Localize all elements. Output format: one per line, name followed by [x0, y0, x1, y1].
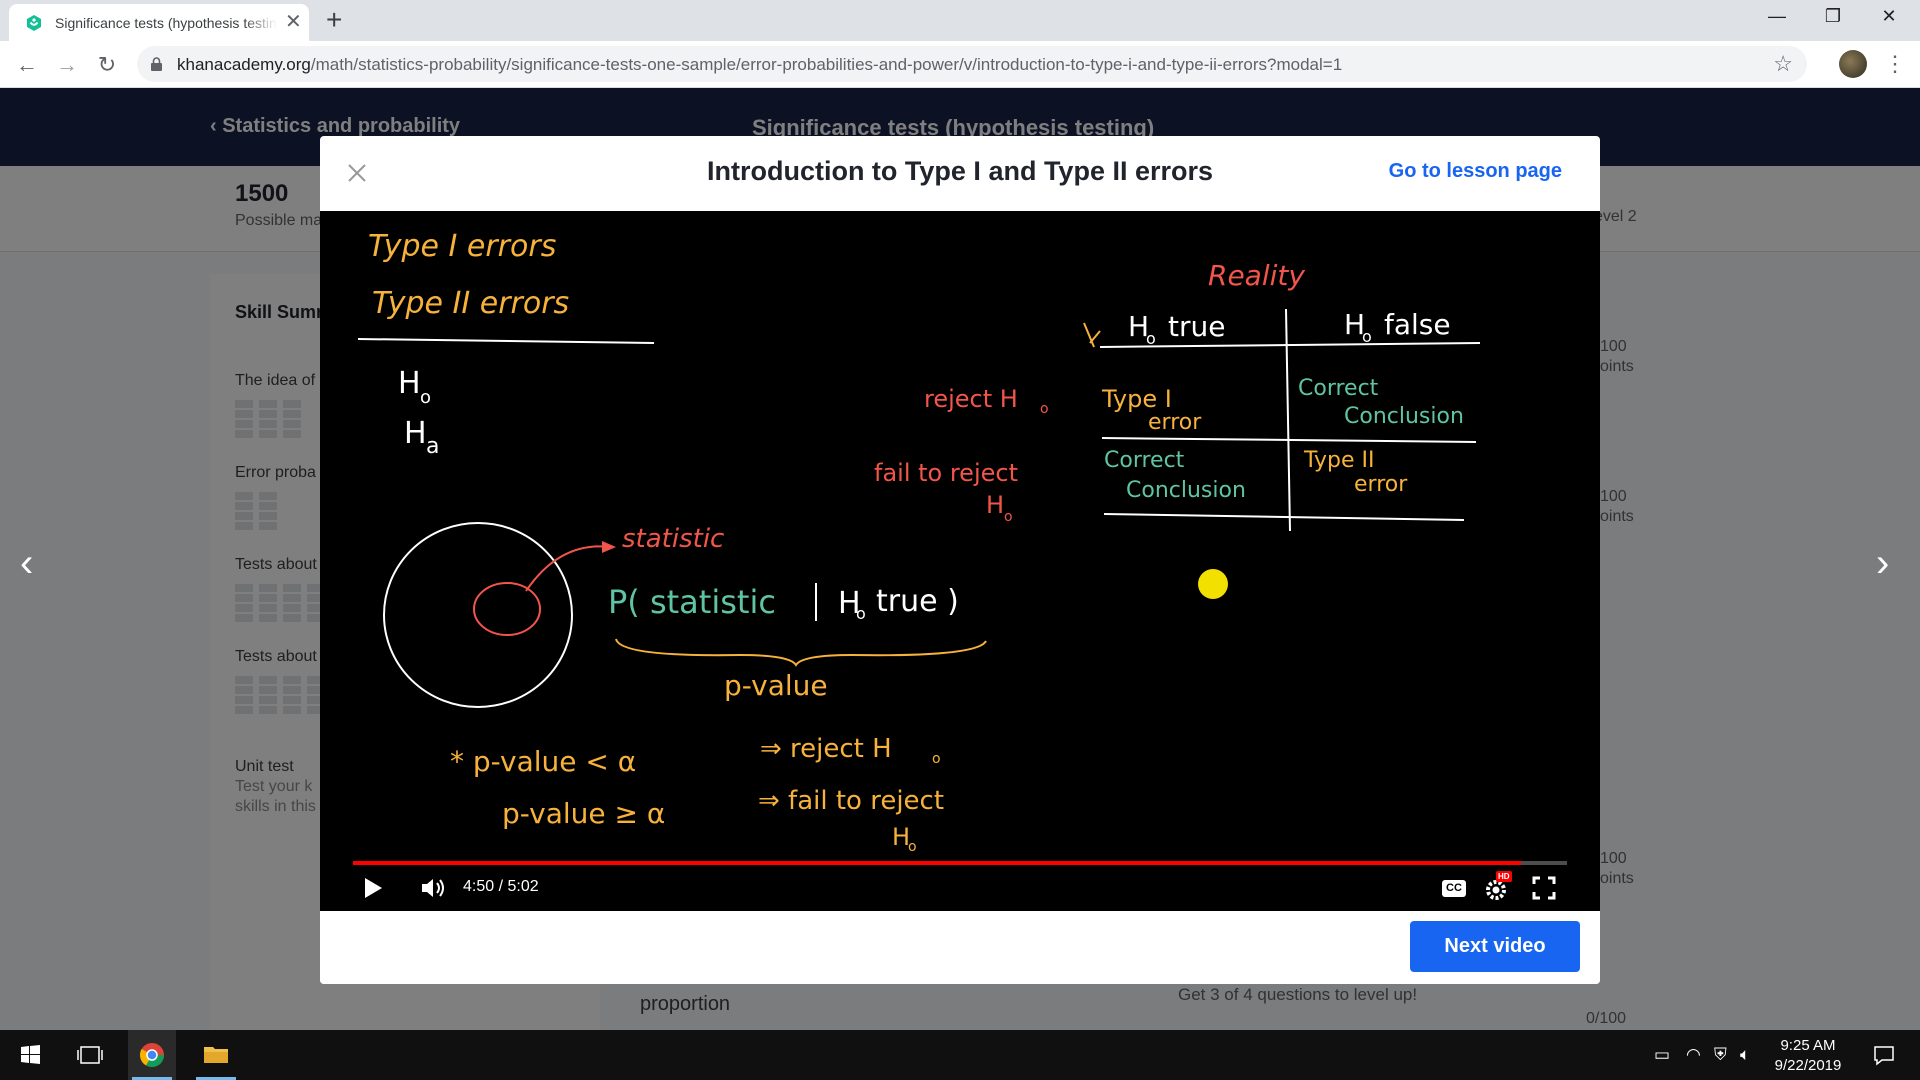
pvalue-label: p-value	[724, 669, 828, 702]
play-icon[interactable]	[362, 876, 384, 900]
defender-shield-icon[interactable]: ⛨	[1714, 1045, 1727, 1065]
wifi-icon[interactable]: ◠	[1686, 1045, 1701, 1065]
h0-label: H	[398, 366, 421, 401]
fullscreen-icon[interactable]	[1532, 876, 1556, 900]
cell-type2-error-b: error	[1354, 472, 1408, 497]
modal-footer	[320, 911, 1600, 984]
file-explorer-taskbar-button[interactable]	[192, 1030, 240, 1080]
pen-pointer	[1198, 569, 1228, 599]
rule1-left: * p-value < α	[450, 745, 636, 778]
rule1-right: ⇒ reject H	[760, 734, 892, 764]
lock-icon	[151, 57, 162, 71]
folder-icon	[204, 1047, 228, 1063]
go-to-lesson-link[interactable]: Go to lesson page	[1389, 160, 1562, 183]
cell-type1-error: Type I	[1101, 385, 1172, 413]
restore-icon[interactable]: ❐	[1810, 6, 1856, 27]
next-video-button[interactable]: Next video	[1410, 921, 1580, 972]
cell-correct-1b: Conclusion	[1344, 404, 1464, 429]
rule2-right: ⇒ fail to reject	[758, 786, 944, 816]
hd-badge: HD	[1496, 871, 1512, 882]
col-h0-true-suffix: true	[1168, 310, 1225, 343]
row-subscript: o	[1004, 509, 1013, 525]
row-reject-h0: reject H	[924, 385, 1018, 413]
back-arrow-icon[interactable]: ←	[12, 50, 42, 80]
statistic-arrowhead	[602, 541, 616, 553]
population-circle	[383, 522, 573, 708]
heading-type-2: Type II errors	[372, 286, 569, 321]
profile-avatar[interactable]	[1839, 50, 1867, 78]
h0-subscript: o	[420, 387, 431, 408]
system-clock[interactable]: 9:25 AM 9/22/2019	[1752, 1036, 1864, 1076]
rule2-left: p-value ≥ α	[502, 797, 665, 830]
prob-right: true )	[876, 584, 959, 619]
cell-correct-2b: Conclusion	[1126, 478, 1246, 503]
cell-type2-error: Type II	[1303, 448, 1375, 473]
url-host: khanacademy.org	[177, 55, 311, 74]
volume-icon[interactable]	[420, 876, 448, 900]
previous-video-arrow-icon[interactable]: ‹	[20, 543, 33, 583]
heading-type-1: Type I errors	[368, 229, 556, 264]
video-player[interactable]: Type I errors Type II errors H o H a Rea…	[320, 211, 1600, 911]
clock-date: 9/22/2019	[1774, 1057, 1842, 1074]
row-fail-reject-h0: H	[986, 491, 1004, 519]
volume-tray-icon[interactable]: 🔈︎	[1740, 1045, 1750, 1065]
table-vline	[1285, 308, 1291, 532]
browser-tab[interactable]: Significance tests (hypothesis testing) …	[9, 4, 309, 41]
windows-start-icon[interactable]	[6, 1030, 54, 1080]
reality-label: Reality	[1208, 259, 1305, 292]
url-path: /math/statistics-probability/significanc…	[310, 55, 1343, 74]
ha-subscript: a	[426, 434, 439, 459]
clock-time: 9:25 AM	[1780, 1037, 1836, 1054]
cell-correct-2: Correct	[1104, 448, 1185, 473]
chalkboard: Type I errors Type II errors H o H a Rea…	[357, 229, 1481, 855]
tab-close-icon[interactable]: ✕	[285, 12, 302, 32]
ha-label: H	[404, 416, 427, 451]
browser-tab-strip: Significance tests (hypothesis testing) …	[0, 0, 1920, 41]
prob-left: P( statistic	[608, 583, 776, 621]
video-time: 4:50 / 5:02	[463, 878, 539, 895]
new-tab-plus-icon[interactable]: +	[326, 6, 342, 34]
windows-taskbar: ▭ ◠ ⛨ 🔈︎ 9:25 AM 9/22/2019	[0, 1030, 1920, 1080]
next-video-arrow-icon[interactable]: ›	[1876, 543, 1889, 583]
underbrace	[615, 638, 987, 667]
row-fail-reject: fail to reject	[874, 459, 1018, 487]
divider-line	[357, 338, 655, 344]
action-center-icon[interactable]	[1860, 1030, 1908, 1080]
prob-subscript: o	[856, 604, 866, 623]
minimize-icon[interactable]: —	[1754, 6, 1800, 27]
battery-icon[interactable]: ▭	[1654, 1045, 1670, 1065]
cell-type1-error-b: error	[1148, 410, 1202, 435]
browser-toolbar: ← → ↻ khanacademy.org/math/statistics-pr…	[0, 41, 1920, 88]
pen-cursor-mark	[1083, 322, 1101, 348]
video-modal: Introduction to Type I and Type II error…	[320, 136, 1600, 984]
task-view-icon[interactable]	[66, 1030, 114, 1080]
address-bar[interactable]: khanacademy.org/math/statistics-probabil…	[137, 46, 1807, 82]
col-subscript: o	[1362, 327, 1372, 346]
rule1-subscript: o	[932, 751, 941, 767]
tab-title: Significance tests (hypothesis testing)	[55, 15, 277, 31]
rule2-subscript: o	[908, 839, 917, 855]
khan-academy-favicon-icon	[27, 15, 41, 31]
sample-circle	[473, 582, 541, 636]
cell-correct-1: Correct	[1298, 376, 1379, 401]
reload-icon[interactable]: ↻	[92, 50, 122, 80]
video-progress-bar[interactable]	[353, 861, 1567, 865]
statistic-label: statistic	[622, 524, 724, 554]
video-progress-fill	[353, 861, 1521, 865]
bookmark-star-icon[interactable]: ☆	[1773, 51, 1793, 77]
url-text: khanacademy.org/math/statistics-probabil…	[177, 55, 1342, 75]
chrome-icon	[139, 1043, 164, 1068]
table-hline-1	[1099, 342, 1481, 348]
col-subscript: o	[1146, 329, 1156, 348]
statistic-arrow	[525, 545, 611, 592]
forward-arrow-icon[interactable]: →	[52, 50, 82, 80]
chrome-menu-icon[interactable]: ⋮	[1884, 50, 1906, 78]
col-h0-false-suffix: false	[1384, 308, 1451, 341]
captions-button[interactable]: CC	[1442, 880, 1466, 897]
chrome-taskbar-button[interactable]	[128, 1030, 176, 1080]
table-hline-3	[1103, 513, 1465, 521]
row-subscript: o	[1040, 401, 1049, 417]
window-close-icon[interactable]: ✕	[1866, 6, 1912, 27]
